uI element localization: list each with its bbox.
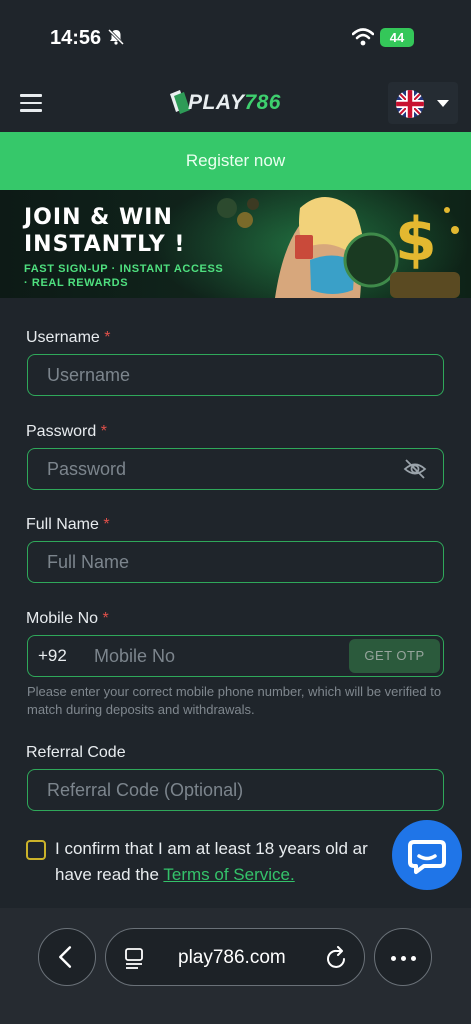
password-label: Password * <box>26 423 107 440</box>
confirm-line2: have read the <box>55 865 164 884</box>
banner-headline-line1: JOIN & WIN <box>24 205 173 230</box>
banner-illustration: $ <box>217 196 460 298</box>
banner-subtext: FAST SIGN-UP · INSTANT ACCESS · REAL REW… <box>24 262 223 290</box>
banner-sub-line2: · REAL REWARDS <box>24 277 129 289</box>
referral-field[interactable] <box>27 769 444 811</box>
site-logo[interactable]: PLAY786 <box>166 86 300 120</box>
banner-sub-line1: FAST SIGN-UP · INSTANT ACCESS <box>24 263 224 275</box>
chevron-left-icon <box>59 946 72 968</box>
referral-input[interactable] <box>28 770 443 810</box>
register-now-button[interactable]: Register now <box>0 132 471 190</box>
chevron-down-icon <box>437 100 449 107</box>
get-otp-button[interactable]: GET OTP <box>349 639 440 673</box>
full-name-label: Full Name * <box>26 516 110 533</box>
username-field[interactable] <box>27 354 444 396</box>
chat-icon <box>408 840 446 874</box>
svg-text:$: $ <box>395 205 437 275</box>
password-field[interactable] <box>27 448 444 490</box>
full-name-input[interactable] <box>28 542 443 582</box>
reload-icon[interactable] <box>326 946 348 970</box>
language-selector[interactable] <box>388 82 458 124</box>
password-input[interactable] <box>28 449 443 489</box>
browser-toolbar: play786.com <box>0 908 471 1024</box>
mobile-field[interactable]: +92 GET OTP <box>27 635 444 677</box>
url-text[interactable]: play786.com <box>178 947 286 969</box>
promo-banner[interactable]: $ JOIN & WIN INSTANTLY ! FAST SIGN-UP · … <box>0 190 471 298</box>
eye-off-icon[interactable] <box>403 458 427 480</box>
top-nav: PLAY786 <box>0 72 471 132</box>
logo-number: 786 <box>244 91 281 114</box>
referral-label: Referral Code <box>26 744 126 761</box>
battery-level: 44 <box>389 30 405 45</box>
address-bar[interactable]: play786.com <box>105 928 365 986</box>
menu-icon[interactable] <box>20 94 42 112</box>
full-name-field[interactable] <box>27 541 444 583</box>
country-code[interactable]: +92 <box>38 646 67 666</box>
banner-headline: JOIN & WIN INSTANTLY ! <box>24 204 185 258</box>
back-button[interactable] <box>38 928 96 986</box>
username-input[interactable] <box>28 355 443 395</box>
live-chat-button[interactable] <box>392 820 462 890</box>
uk-flag-icon <box>396 90 424 118</box>
more-options-button[interactable] <box>374 928 432 986</box>
wifi-icon <box>352 28 374 46</box>
mobile-hint: Please enter your correct mobile phone n… <box>27 684 442 717</box>
battery-indicator: 44 <box>380 28 414 47</box>
mobile-input[interactable] <box>84 636 344 676</box>
terms-of-service-link[interactable]: Terms of Service. <box>163 865 294 884</box>
status-time: 14:56 <box>50 27 102 49</box>
logo-prefix: PLAY <box>188 91 245 114</box>
age-confirm-checkbox[interactable] <box>26 840 46 860</box>
mobile-label: Mobile No * <box>26 610 109 627</box>
status-bar: 14:56 44 <box>0 0 471 72</box>
page-menu-icon[interactable] <box>124 947 146 969</box>
username-label: Username * <box>26 329 111 346</box>
banner-headline-line2: INSTANTLY ! <box>24 232 186 257</box>
bell-mute-icon <box>107 28 125 46</box>
